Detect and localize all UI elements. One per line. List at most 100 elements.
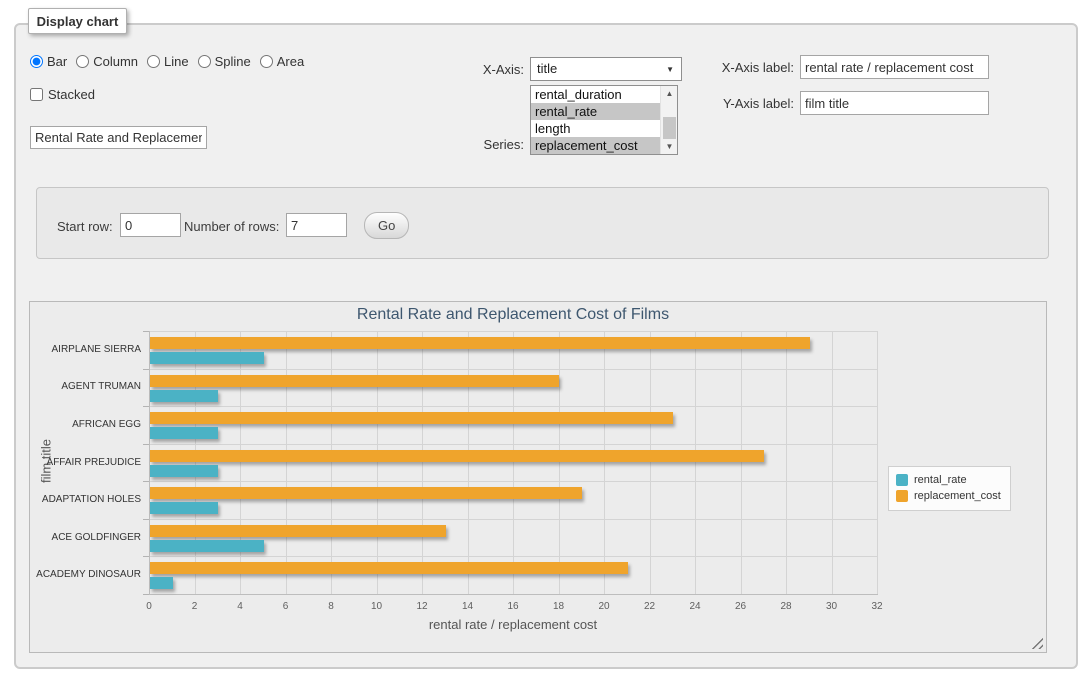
x-tick-label: 2 — [180, 601, 210, 612]
stacked-option[interactable]: Stacked — [30, 87, 95, 102]
gridline-vertical — [422, 331, 423, 594]
x-tick-label: 8 — [316, 601, 346, 612]
series-option-length[interactable]: length — [531, 120, 660, 137]
chart-title-input[interactable] — [30, 126, 207, 149]
x-tick-label: 0 — [134, 601, 164, 612]
gridline-vertical — [786, 331, 787, 594]
category-label: AGENT TRUMAN — [30, 381, 141, 392]
x-tick-label: 20 — [589, 601, 619, 612]
scrollbar-thumb[interactable] — [663, 117, 676, 140]
gridline-horizontal — [149, 519, 877, 520]
bar-rental_rate — [150, 577, 173, 589]
x-tick-label: 28 — [771, 601, 801, 612]
row-controls-box: Start row: Number of rows: Go — [36, 187, 1049, 259]
scroll-down-icon[interactable]: ▼ — [661, 139, 678, 154]
bar-replacement_cost — [150, 562, 628, 574]
chart-type-radio-spline[interactable] — [198, 55, 211, 68]
x-tick-label: 4 — [225, 601, 255, 612]
gridline-horizontal — [149, 369, 877, 370]
chart-type-option-line[interactable]: Line — [147, 54, 189, 69]
chart-type-option-label: Spline — [215, 54, 251, 69]
chart-type-option-label: Line — [164, 54, 189, 69]
category-label: ACE GOLDFINGER — [30, 532, 141, 543]
gridline-vertical — [741, 331, 742, 594]
chart-type-radio-bar[interactable] — [30, 55, 43, 68]
chart-type-option-area[interactable]: Area — [260, 54, 304, 69]
chart-type-radio-line[interactable] — [147, 55, 160, 68]
bar-rental_rate — [150, 427, 218, 439]
stacked-label: Stacked — [48, 87, 95, 102]
legend-swatch-icon — [896, 490, 908, 502]
gridline-vertical — [286, 331, 287, 594]
number-of-rows-input[interactable] — [286, 213, 347, 237]
chart-type-option-column[interactable]: Column — [76, 54, 138, 69]
x-tick-label: 14 — [453, 601, 483, 612]
number-of-rows-label: Number of rows: — [184, 219, 279, 234]
x-tick-label: 6 — [271, 601, 301, 612]
gridline-horizontal — [149, 331, 877, 332]
chart-type-radio-area[interactable] — [260, 55, 273, 68]
x-tick-label: 16 — [498, 601, 528, 612]
category-label: AIRPLANE SIERRA — [30, 344, 141, 355]
bar-rental_rate — [150, 465, 218, 477]
x-axis-line — [149, 594, 878, 595]
chart-area: Rental Rate and Replacement Cost of Film… — [30, 302, 1046, 652]
chart-type-radio-column[interactable] — [76, 55, 89, 68]
series-option-replacement_cost[interactable]: replacement_cost — [531, 137, 660, 154]
legend-label: rental_rate — [914, 474, 967, 486]
gridline-vertical — [604, 331, 605, 594]
chart-type-option-label: Area — [277, 54, 304, 69]
gridline-vertical — [240, 331, 241, 594]
x-tick-label: 24 — [680, 601, 710, 612]
gridline-vertical — [695, 331, 696, 594]
x-tick-label: 12 — [407, 601, 437, 612]
bar-replacement_cost — [150, 525, 446, 537]
gridline-vertical — [331, 331, 332, 594]
category-label: ADAPTATION HOLES — [30, 494, 141, 505]
chart-type-option-label: Column — [93, 54, 138, 69]
bar-rental_rate — [150, 502, 218, 514]
gridline-vertical — [468, 331, 469, 594]
legend-item-rental_rate[interactable]: rental_rate — [896, 472, 1001, 488]
chart-title: Rental Rate and Replacement Cost of Film… — [149, 306, 877, 324]
bar-rental_rate — [150, 352, 264, 364]
x-tick-label: 32 — [862, 601, 892, 612]
category-label: AFRICAN EGG — [30, 419, 141, 430]
go-button[interactable]: Go — [364, 212, 409, 239]
bar-rental_rate — [150, 540, 264, 552]
bar-replacement_cost — [150, 487, 582, 499]
gridline-vertical — [559, 331, 560, 594]
bar-replacement_cost — [150, 375, 559, 387]
chart-x-axis-title: rental rate / replacement cost — [149, 617, 877, 632]
gridline-vertical — [513, 331, 514, 594]
y-axis-label-label: Y-Axis label: — [654, 96, 794, 111]
x-tick-label: 22 — [635, 601, 665, 612]
x-tick-label: 10 — [362, 601, 392, 612]
gridline-horizontal — [149, 481, 877, 482]
x-axis-select-label: X-Axis: — [404, 62, 524, 77]
stacked-checkbox[interactable] — [30, 88, 43, 101]
x-tick-label: 30 — [817, 601, 847, 612]
x-axis-label-label: X-Axis label: — [654, 60, 794, 75]
category-label: AFFAIR PREJUDICE — [30, 457, 141, 468]
x-tick-label: 26 — [726, 601, 756, 612]
bar-replacement_cost — [150, 450, 764, 462]
chart-type-option-spline[interactable]: Spline — [198, 54, 251, 69]
gridline-vertical — [377, 331, 378, 594]
gridline-vertical — [832, 331, 833, 594]
fieldset-legend-title: Display chart — [28, 8, 127, 34]
x-axis-label-input[interactable] — [800, 55, 989, 79]
chart-panel: Rental Rate and Replacement Cost of Film… — [29, 301, 1047, 653]
y-axis-label-input[interactable] — [800, 91, 989, 115]
bar-replacement_cost — [150, 412, 673, 424]
x-axis-selected-value: title — [537, 61, 557, 76]
series-option-rental_duration[interactable]: rental_duration — [531, 86, 660, 103]
gridline-vertical — [877, 331, 878, 594]
chart-type-option-label: Bar — [47, 54, 67, 69]
x-tick-label: 18 — [544, 601, 574, 612]
chart-type-option-bar[interactable]: Bar — [30, 54, 67, 69]
series-option-rental_rate[interactable]: rental_rate — [531, 103, 660, 120]
legend-item-replacement_cost[interactable]: replacement_cost — [896, 488, 1001, 504]
bar-replacement_cost — [150, 337, 810, 349]
start-row-input[interactable] — [120, 213, 181, 237]
